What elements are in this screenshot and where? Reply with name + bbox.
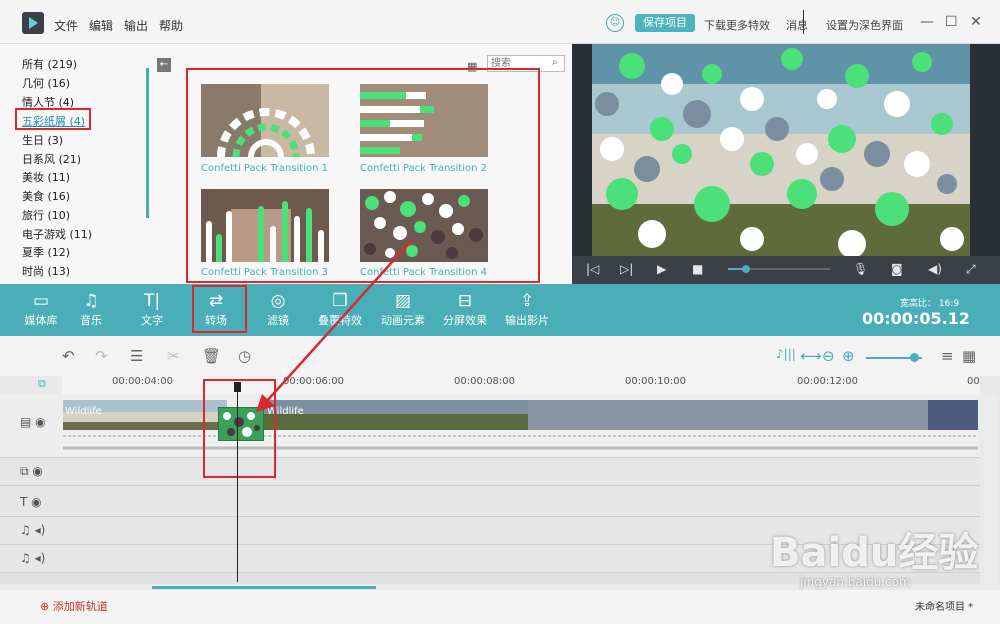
plus-icon: ⊕	[40, 600, 50, 613]
project-name: 未命名项目 *	[915, 602, 974, 613]
add-track-button[interactable]: ⊕ 添加新轨道	[40, 598, 108, 614]
watermark: Baidu经验	[770, 530, 979, 576]
bottom-bar	[0, 590, 1000, 624]
watermark-url: jingyan.baidu.com	[800, 575, 911, 589]
timeline-horizontal-scrollbar[interactable]	[152, 586, 376, 589]
